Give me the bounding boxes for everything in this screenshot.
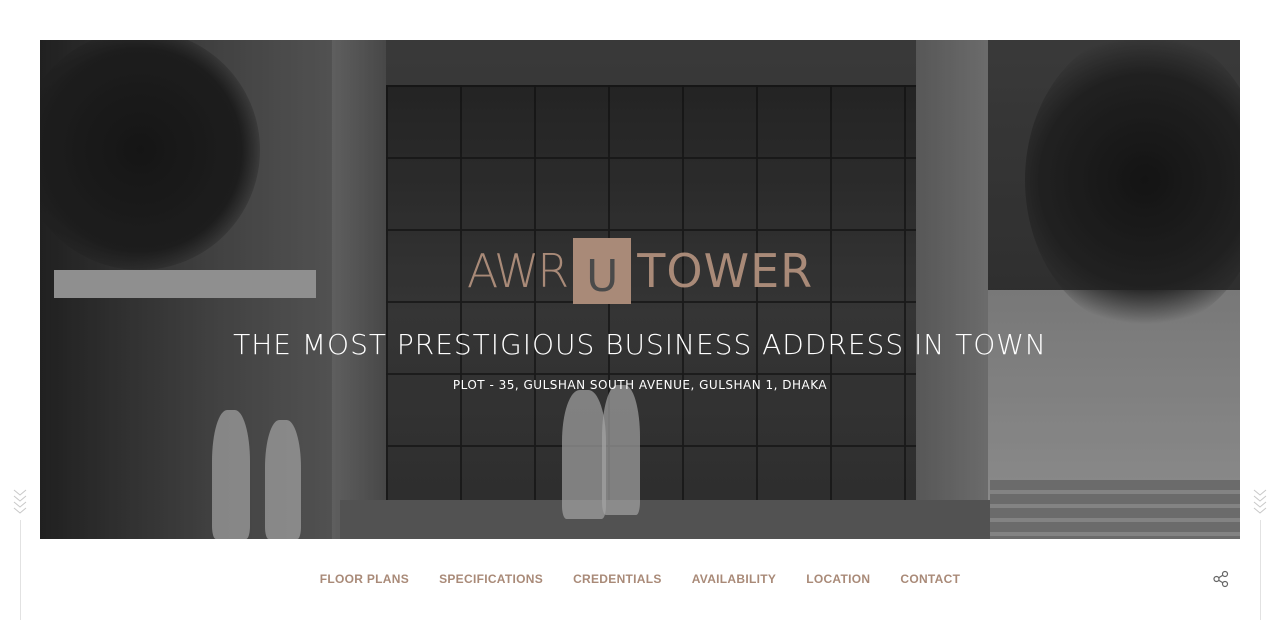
nav-specifications[interactable]: SPECIFICATIONS xyxy=(439,568,543,590)
main-navigation: FLOOR PLANS SPECIFICATIONS CREDENTIALS A… xyxy=(0,568,1280,590)
logo-box-letter: U xyxy=(573,238,632,304)
hero-tagline: THE MOST PRESTIGIOUS BUSINESS ADDRESS IN… xyxy=(233,328,1047,361)
nav-credentials[interactable]: CREDENTIALS xyxy=(573,568,662,590)
hero-banner: AWR U TOWER THE MOST PRESTIGIOUS BUSINES… xyxy=(40,40,1240,539)
nav-location[interactable]: LOCATION xyxy=(806,568,870,590)
nav-contact[interactable]: CONTACT xyxy=(900,568,960,590)
share-icon[interactable] xyxy=(1212,570,1230,588)
chevron-down-icon xyxy=(1252,488,1268,518)
nav-floor-plans[interactable]: FLOOR PLANS xyxy=(320,568,409,590)
chevron-down-icon xyxy=(12,488,28,518)
awr-u-tower-logo: AWR U TOWER xyxy=(40,238,1240,304)
hero-address: PLOT - 35, GULSHAN SOUTH AVENUE, GULSHAN… xyxy=(452,378,828,392)
nav-availability[interactable]: AVAILABILITY xyxy=(692,568,776,590)
logo-text-left: AWR xyxy=(466,244,569,298)
logo-text-right: TOWER xyxy=(637,244,814,298)
